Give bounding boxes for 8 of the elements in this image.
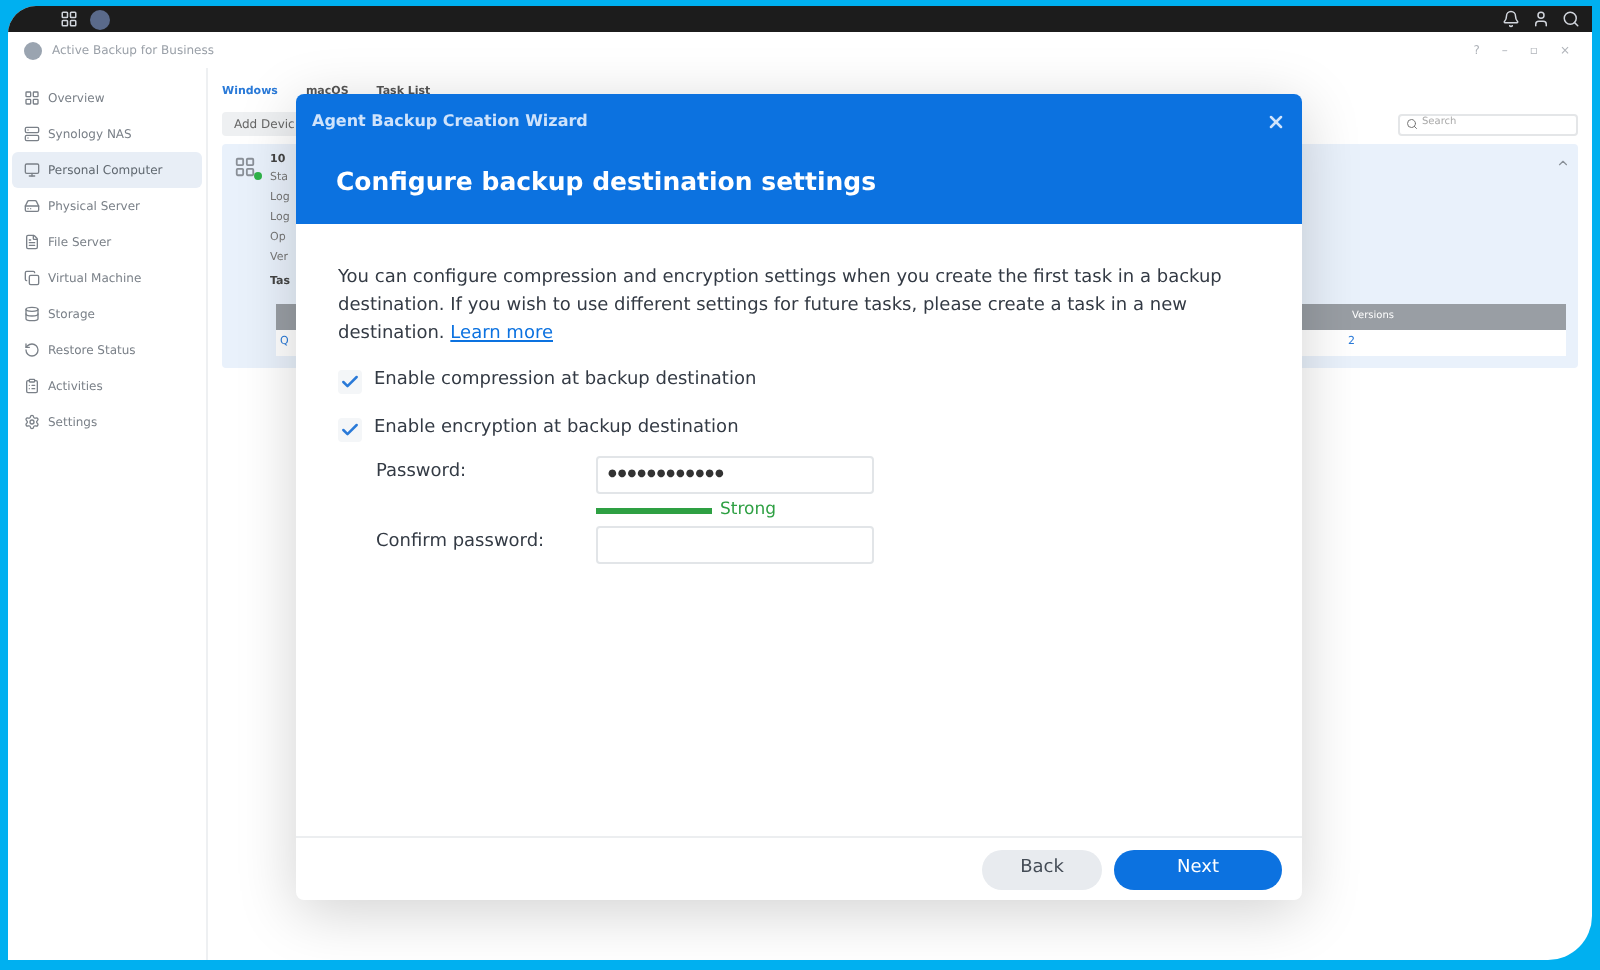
password-label: Password:: [376, 460, 469, 487]
confirm-label: Confirm password:: [376, 530, 547, 557]
option-label: Enable compression at backup destination: [374, 367, 757, 394]
strength-label: Strong: [720, 497, 777, 523]
option-label: Enable encryption at backup destination: [374, 415, 739, 442]
description: You can configure compression and encryption settings when you create the first task in a backup destination. If you wish to use different settings for future tasks, please create a task in a new destination. Learn more: [338, 266, 1224, 348]
dialog-heading: Configure backup destination settings: [336, 164, 879, 200]
dialog-title: Agent Backup Creation Wizard: [312, 110, 588, 134]
